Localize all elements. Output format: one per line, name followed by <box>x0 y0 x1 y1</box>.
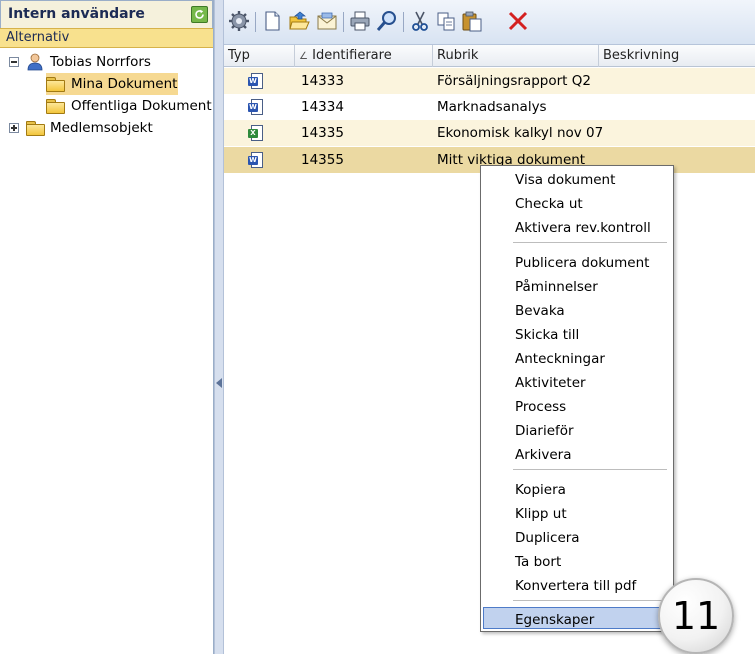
menu-item-cut[interactable]: Klipp ut <box>515 505 567 523</box>
menu-item-register[interactable]: Diarieför <box>515 422 574 440</box>
tree-label-my-documents: Mina Dokument <box>71 76 178 92</box>
table-row[interactable]: W 14334 Marknadsanalys <box>224 94 755 120</box>
user-icon <box>27 53 43 71</box>
toolbar-separator <box>343 12 344 32</box>
menu-item-activities[interactable]: Aktiviteter <box>515 374 586 392</box>
left-panel: Intern användare Alternativ Tobias Norrf… <box>0 0 214 654</box>
copy-button[interactable] <box>435 10 457 32</box>
column-header-title[interactable]: Rubrik <box>433 45 599 67</box>
new-document-icon <box>265 11 280 31</box>
collapse-icon[interactable] <box>9 57 19 67</box>
settings-button[interactable] <box>228 10 250 32</box>
column-header-description[interactable]: Beskrivning <box>599 45 755 67</box>
search-button[interactable] <box>376 10 398 32</box>
folder-icon <box>26 121 45 136</box>
tree-node-user[interactable]: Tobias Norrfors <box>0 51 212 73</box>
toolbar <box>224 0 755 45</box>
word-document-icon: W <box>248 99 264 116</box>
panel-title: Intern användare <box>8 6 145 22</box>
menu-item-publish-document[interactable]: Publicera dokument <box>515 254 649 272</box>
delete-icon <box>508 11 528 31</box>
refresh-icon <box>195 9 204 19</box>
panel-splitter[interactable] <box>214 0 224 654</box>
tree-label-user: Tobias Norrfors <box>50 54 151 70</box>
column-header-identifier-label: Identifierare <box>312 48 392 63</box>
settings-icon <box>229 11 249 31</box>
grid-header: Typ ∠ Identifierare Rubrik Beskrivning <box>224 45 755 67</box>
cut-icon <box>412 11 428 31</box>
column-header-type[interactable]: Typ <box>224 45 295 67</box>
paste-button[interactable] <box>461 10 483 32</box>
copy-icon <box>437 12 455 31</box>
tree-node-public-documents[interactable]: Offentliga Dokument <box>46 95 212 117</box>
menu-item-view-document[interactable]: Visa dokument <box>515 171 615 189</box>
tree-node-my-documents[interactable]: Mina Dokument <box>46 73 178 95</box>
menu-item-reminders[interactable]: Påminnelser <box>515 278 598 296</box>
panel-header: Intern användare <box>0 0 213 28</box>
cut-button[interactable] <box>409 10 431 32</box>
cell-title: Ekonomisk kalkyl nov 07 <box>437 125 604 141</box>
menu-item-enable-revision-control[interactable]: Aktivera rev.kontroll <box>515 219 651 237</box>
menu-item-copy[interactable]: Kopiera <box>515 481 566 499</box>
open-folder-button[interactable] <box>288 10 310 32</box>
folder-icon <box>46 77 65 92</box>
tree-label-member-objects: Medlemsobjekt <box>50 120 153 136</box>
open-folder-icon <box>289 11 310 30</box>
menu-separator <box>513 600 667 601</box>
cell-identifier: 14334 <box>301 99 344 115</box>
excel-document-icon: X <box>248 125 264 142</box>
menu-item-archive[interactable]: Arkivera <box>515 446 571 464</box>
menu-item-convert-to-pdf[interactable]: Konvertera till pdf <box>515 577 636 595</box>
cell-identifier: 14335 <box>301 125 344 141</box>
menu-separator <box>513 242 667 243</box>
menu-item-process[interactable]: Process <box>515 398 566 416</box>
print-button[interactable] <box>349 10 371 32</box>
menu-item-watch[interactable]: Bevaka <box>515 302 565 320</box>
menu-item-properties[interactable]: Egenskaper <box>515 611 594 629</box>
cell-title: Marknadsanalys <box>437 99 547 115</box>
tree-label-public-documents: Offentliga Dokument <box>71 98 212 114</box>
toolbar-separator <box>255 12 256 32</box>
menu-item-delete[interactable]: Ta bort <box>515 553 561 571</box>
menu-item-send-to[interactable]: Skicka till <box>515 326 579 344</box>
table-row[interactable]: W 14333 Försäljningsrapport Q2 <box>224 68 755 94</box>
cell-title: Försäljningsrapport Q2 <box>437 73 591 89</box>
column-header-identifier[interactable]: ∠ Identifierare <box>295 45 433 67</box>
tree-node-member-objects[interactable]: Medlemsobjekt <box>0 117 212 139</box>
paste-icon <box>462 11 482 32</box>
print-icon <box>350 11 370 31</box>
table-row[interactable]: X 14335 Ekonomisk kalkyl nov 07 <box>224 120 755 146</box>
new-document-button[interactable] <box>261 10 283 32</box>
delete-button[interactable] <box>507 10 529 32</box>
context-menu: Visa dokument Checka ut Aktivera rev.kon… <box>480 165 674 632</box>
menu-item-check-out[interactable]: Checka ut <box>515 195 583 213</box>
sort-icon: ∠ <box>299 51 308 62</box>
menu-item-notes[interactable]: Anteckningar <box>515 350 605 368</box>
step-number-badge: 11 <box>658 578 734 654</box>
word-document-icon: W <box>248 152 264 169</box>
toolbar-separator <box>403 12 404 32</box>
email-icon <box>317 12 337 30</box>
folder-icon <box>46 99 65 114</box>
menu-item-duplicate[interactable]: Duplicera <box>515 529 580 547</box>
options-bar[interactable]: Alternativ <box>0 28 213 48</box>
cell-identifier: 14355 <box>301 152 344 168</box>
menu-separator <box>513 469 667 470</box>
word-document-icon: W <box>248 73 264 90</box>
search-icon <box>376 11 396 31</box>
expand-icon[interactable] <box>9 123 19 133</box>
refresh-button[interactable] <box>191 6 208 23</box>
cell-identifier: 14333 <box>301 73 344 89</box>
email-button[interactable] <box>316 10 338 32</box>
collapse-panel-arrow-icon[interactable] <box>216 378 222 388</box>
